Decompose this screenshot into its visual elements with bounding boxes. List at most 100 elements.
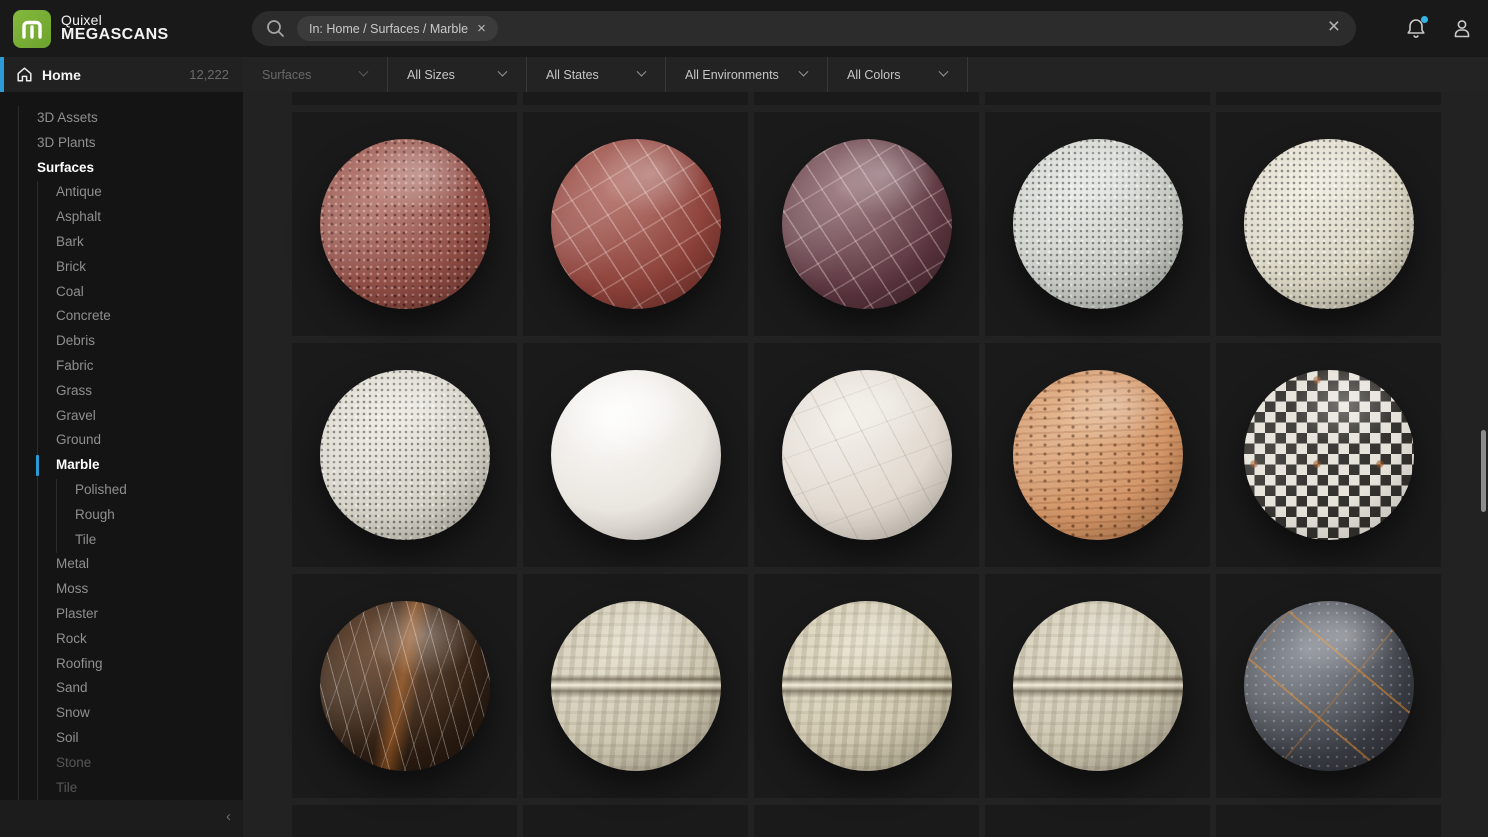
asset-tile-partial-top-2[interactable] [523,92,748,105]
sidebar-item-debris[interactable]: Debris [0,329,243,354]
chevron-down-icon [637,67,647,77]
asset-tile-violet-veined-marble[interactable] [754,112,979,336]
sidebar-item-label: Tile [56,780,77,795]
sidebar-item-home[interactable]: Home 12,222 [0,57,243,92]
asset-tile-partial-top-3[interactable] [754,92,979,105]
search-filter-chip[interactable]: In: Home / Surfaces / Marble × [297,16,498,41]
sidebar-item-3d-plants[interactable]: 3D Plants [0,131,243,156]
sidebar-item-polished[interactable]: Polished [0,478,243,503]
notification-dot [1421,16,1428,23]
filter-dropdown-all-environments[interactable]: All Environments [666,57,828,92]
asset-tile-partial-top-5[interactable] [1216,92,1441,105]
logo-line1: Quixel [61,13,169,28]
asset-tile-red-speckled-marble[interactable] [292,112,517,336]
sidebar-item-label: Marble [56,457,100,472]
filter-label: All Sizes [407,68,455,82]
content-column: Surfaces All Sizes All StatesAll Environme… [243,57,1488,837]
asset-tile-travertine[interactable] [985,343,1210,567]
sidebar-item-ground[interactable]: Ground [0,428,243,453]
notifications-button[interactable] [1404,17,1428,41]
search-icon [266,19,285,38]
home-asset-count: 12,222 [189,67,229,82]
sidebar-collapse-icon[interactable]: ‹ [226,808,231,825]
sidebar-item-gravel[interactable]: Gravel [0,404,243,429]
asset-tile-carved-relief-marble-c[interactable] [985,574,1210,798]
sidebar-item-tile[interactable]: Tile [0,776,243,800]
sidebar-item-marble[interactable]: Marble [0,453,243,478]
search-input[interactable]: In: Home / Surfaces / Marble × × [252,11,1356,46]
sidebar-item-label: Snow [56,705,90,720]
asset-tile-gray-speckled-granite[interactable] [985,112,1210,336]
asset-tile-partial-bottom-5[interactable] [1216,805,1441,837]
asset-tile-white-veined-marble[interactable] [754,343,979,567]
asset-tile-white-speckled-granite[interactable] [292,343,517,567]
filter-dropdown-all-states[interactable]: All States [527,57,666,92]
sidebar-item-bark[interactable]: Bark [0,230,243,255]
asset-tile-partial-bottom-4[interactable] [985,805,1210,837]
sidebar-item-label: Polished [75,482,127,497]
sidebar-item-sand[interactable]: Sand [0,676,243,701]
asset-grid [292,92,1488,837]
sidebar-item-3d-assets[interactable]: 3D Assets [0,106,243,131]
home-label: Home [42,67,81,83]
sidebar-item-grass[interactable]: Grass [0,379,243,404]
asset-tile-partial-bottom-2[interactable] [523,805,748,837]
filter-dropdown-all-sizes[interactable]: All Sizes [388,57,527,92]
filter-dropdown-surfaces[interactable]: Surfaces [243,57,388,92]
sidebar-item-snow[interactable]: Snow [0,701,243,726]
asset-tile-checker-tile-marble[interactable] [1216,343,1441,567]
sidebar-item-rough[interactable]: Rough [0,503,243,528]
top-bar: Quixel MEGASCANS In: Home / Surfaces / M… [0,0,1488,57]
chip-close-icon[interactable]: × [477,21,486,36]
sidebar-item-soil[interactable]: Soil [0,726,243,751]
sidebar-item-surfaces[interactable]: Surfaces [0,156,243,181]
main-area: Home 12,222 3D Assets3D Plants Surfaces An… [0,57,1488,837]
material-sphere-black-gold-veined-marble [1244,601,1414,771]
sidebar-item-asphalt[interactable]: Asphalt [0,205,243,230]
sidebar-item-roofing[interactable]: Roofing [0,652,243,677]
asset-tile-partial-bottom-1[interactable] [292,805,517,837]
asset-tile-cream-speckled-granite[interactable] [1216,112,1441,336]
sidebar-item-rock[interactable]: Rock [0,627,243,652]
asset-tile-dark-brown-veined-marble[interactable] [292,574,517,798]
sidebar-item-label: Surfaces [37,160,94,175]
quixel-logo[interactable]: Quixel MEGASCANS [0,10,243,48]
sidebar-item-label: Sand [56,680,88,695]
asset-tile-partial-bottom-3[interactable] [754,805,979,837]
sidebar-item-metal[interactable]: Metal [0,552,243,577]
account-button[interactable] [1450,17,1474,41]
filter-dropdown-all-colors[interactable]: All Colors [828,57,968,92]
asset-tile-black-gold-veined-marble[interactable] [1216,574,1441,798]
sidebar-item-brick[interactable]: Brick [0,255,243,280]
asset-tile-partial-top-4[interactable] [985,92,1210,105]
chevron-down-icon [939,67,949,77]
sidebar-item-concrete[interactable]: Concrete [0,304,243,329]
sidebar-item-plaster[interactable]: Plaster [0,602,243,627]
sidebar-item-stone[interactable]: Stone [0,751,243,776]
scrollbar-thumb[interactable] [1481,430,1486,512]
sidebar-item-label: Stone [56,755,91,770]
asset-tile-polished-white-marble[interactable] [523,343,748,567]
chevron-down-icon [799,67,809,77]
sidebar-item-fabric[interactable]: Fabric [0,354,243,379]
sidebar-item-moss[interactable]: Moss [0,577,243,602]
material-sphere-carved-relief-marble-b [782,601,952,771]
asset-tile-red-veined-marble[interactable] [523,112,748,336]
person-icon [1451,17,1473,40]
sidebar-item-label: Plaster [56,606,98,621]
asset-tile-partial-top-1[interactable] [292,92,517,105]
search-clear-icon[interactable]: × [1328,15,1340,39]
asset-tile-carved-relief-marble-a[interactable] [523,574,748,798]
material-sphere-carved-relief-marble-a [551,601,721,771]
material-sphere-red-veined-marble [551,139,721,309]
sidebar-item-label: Fabric [56,358,94,373]
sidebar-item-label: Soil [56,730,79,745]
sidebar-item-coal[interactable]: Coal [0,280,243,305]
sidebar-item-antique[interactable]: Antique [0,180,243,205]
sidebar-item-tile[interactable]: Tile [0,528,243,553]
top-right-icons [1404,0,1474,57]
material-sphere-polished-white-marble [551,370,721,540]
content-area [243,92,1488,837]
search-chip-label: In: Home / Surfaces / Marble [309,22,468,36]
asset-tile-carved-relief-marble-b[interactable] [754,574,979,798]
